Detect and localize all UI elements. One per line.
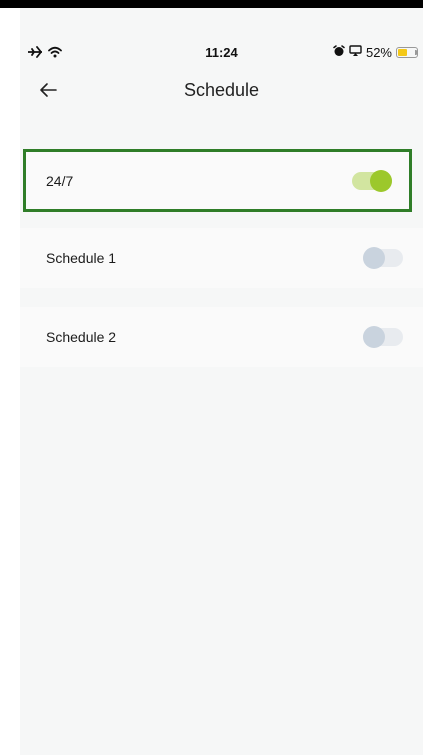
- schedule-toggle[interactable]: [363, 247, 403, 269]
- toggle-knob: [370, 169, 392, 192]
- battery-body: [396, 47, 418, 58]
- screen-mirror-icon: [349, 45, 362, 60]
- schedule-label: 24/7: [46, 172, 74, 189]
- status-bar: 11:24 52%: [20, 8, 423, 68]
- battery-percent: 52%: [365, 45, 392, 60]
- schedule-row-schedule-2[interactable]: Schedule 2: [20, 307, 423, 367]
- status-right-icons: 52%: [333, 45, 418, 60]
- toggle-knob: [363, 247, 385, 269]
- alarm-icon: [333, 45, 345, 60]
- schedule-row-24-7[interactable]: 24/7: [23, 149, 412, 212]
- app-screen: 11:24 52% Schedule 24/7 Schedule 1 Sched…: [20, 8, 423, 755]
- schedule-toggle[interactable]: [352, 169, 392, 192]
- schedule-label: Schedule 2: [46, 329, 117, 345]
- top-black-bar: [0, 0, 423, 8]
- schedule-toggle[interactable]: [363, 326, 403, 348]
- schedule-row-schedule-1[interactable]: Schedule 1: [20, 228, 423, 288]
- battery-icon: [396, 47, 418, 58]
- toggle-knob: [363, 326, 385, 348]
- schedule-label: Schedule 1: [46, 250, 117, 266]
- header-bar: Schedule: [20, 72, 423, 112]
- page-title: Schedule: [183, 80, 260, 100]
- battery-fill: [398, 49, 408, 56]
